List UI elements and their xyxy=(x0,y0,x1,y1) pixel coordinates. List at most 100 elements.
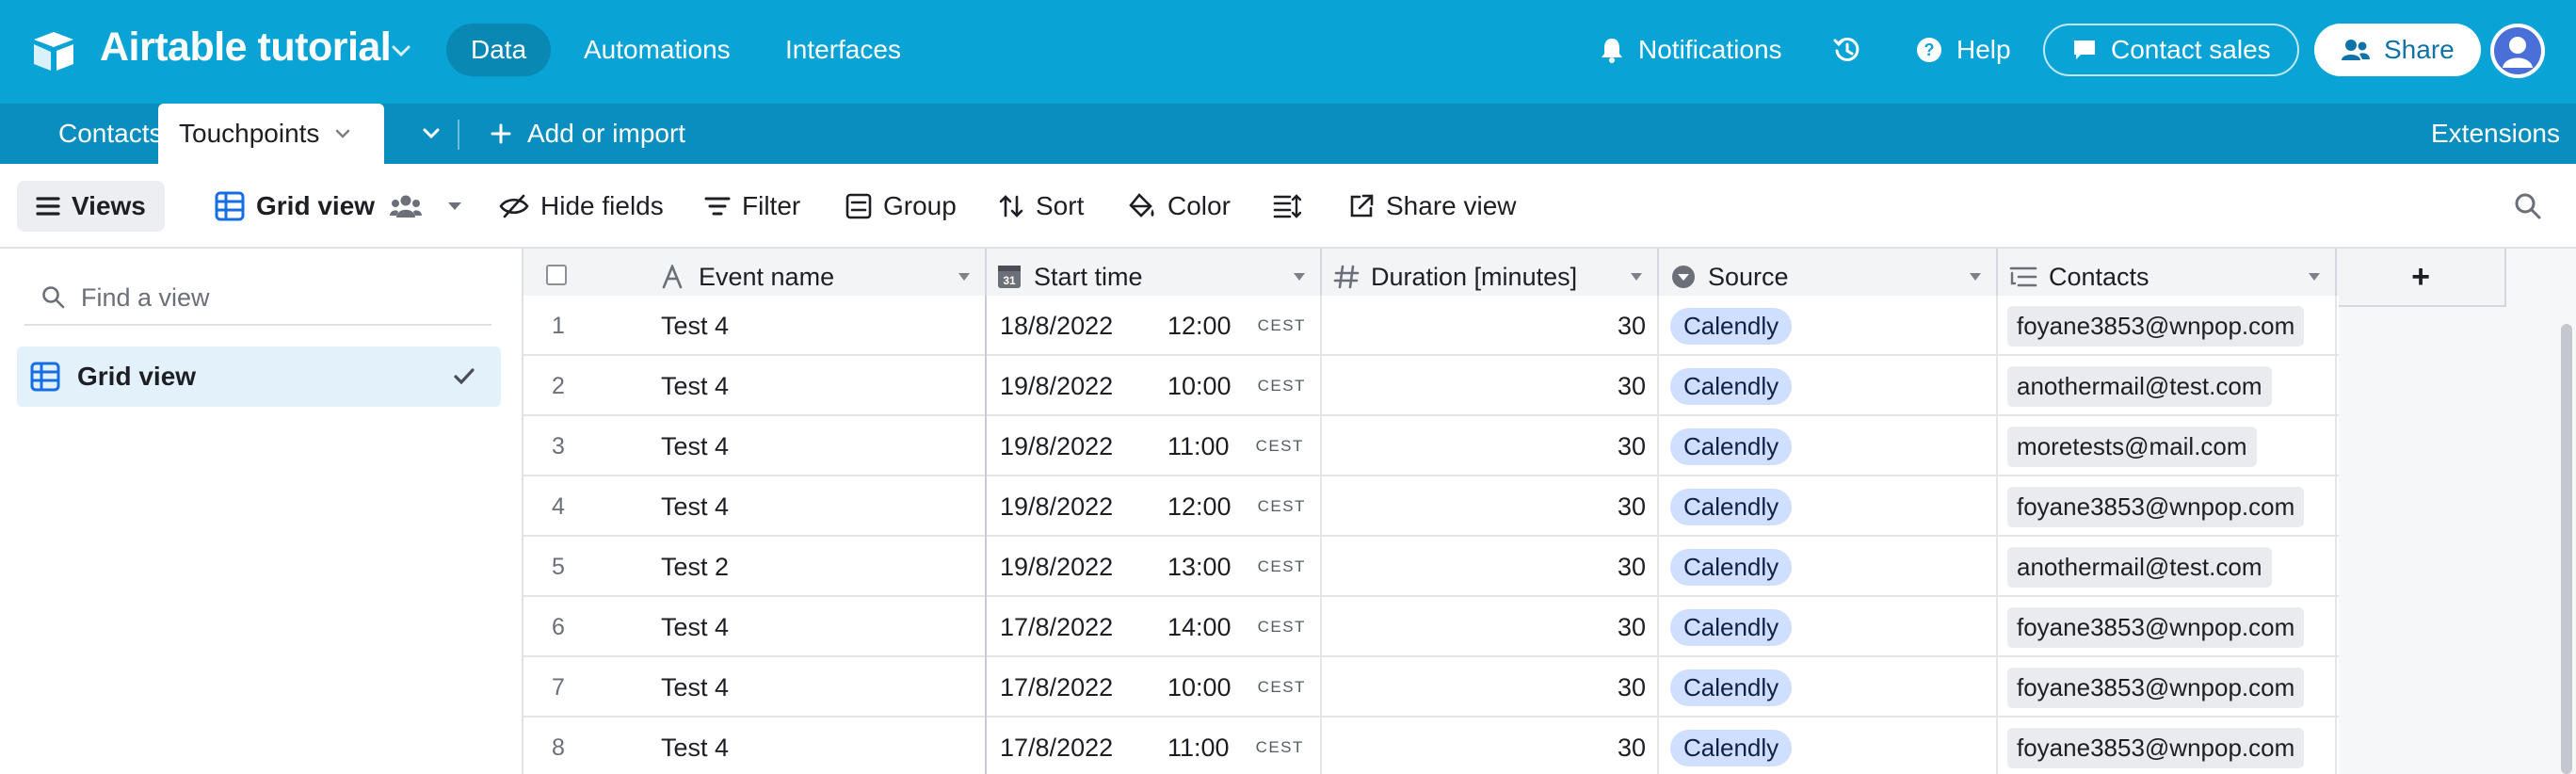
table-row[interactable]: 3 Test 4 19/8/2022 11:00 CEST 30 Calendl… xyxy=(523,416,2339,476)
start-time-cell[interactable]: 17/8/2022 14:00 CEST xyxy=(987,597,1322,657)
contact-chip[interactable]: foyane3853@wnpop.com xyxy=(2007,727,2305,768)
source-cell[interactable]: Calendly xyxy=(1659,296,1998,356)
help-button[interactable]: ? Help xyxy=(1915,24,2011,76)
group-button[interactable]: Group xyxy=(845,181,957,232)
chevron-down-icon[interactable] xyxy=(386,36,416,66)
contact-chip[interactable]: foyane3853@wnpop.com xyxy=(2007,606,2305,648)
start-time-cell[interactable]: 17/8/2022 11:00 CEST xyxy=(987,718,1322,774)
source-cell[interactable]: Calendly xyxy=(1659,476,1998,537)
duration-cell[interactable]: 30 xyxy=(1322,296,1659,356)
contacts-cell[interactable]: anothermail@test.com xyxy=(1998,356,2337,416)
contacts-cell[interactable]: foyane3853@wnpop.com xyxy=(1998,657,2337,718)
share-view-button[interactable]: Share view xyxy=(1348,181,1517,232)
table-row[interactable]: 1 Test 4 18/8/2022 12:00 CEST 30 Calendl… xyxy=(523,296,2339,356)
share-button[interactable]: Share xyxy=(2314,24,2481,76)
duration-cell[interactable]: 30 xyxy=(1322,597,1659,657)
start-time-cell[interactable]: 17/8/2022 10:00 CEST xyxy=(987,657,1322,718)
find-view-field[interactable] xyxy=(24,271,491,326)
duration-cell[interactable]: 30 xyxy=(1322,657,1659,718)
contacts-cell[interactable]: foyane3853@wnpop.com xyxy=(1998,597,2337,657)
airtable-logo-icon[interactable] xyxy=(28,26,79,77)
nav-data[interactable]: Data xyxy=(446,24,552,76)
table-row[interactable]: 5 Test 2 19/8/2022 13:00 CEST 30 Calendl… xyxy=(523,537,2339,597)
duration-cell[interactable]: 30 xyxy=(1322,537,1659,597)
start-time-cell[interactable]: 19/8/2022 13:00 CEST xyxy=(987,537,1322,597)
start-time-cell[interactable]: 19/8/2022 10:00 CEST xyxy=(987,356,1322,416)
chevron-down-icon[interactable] xyxy=(332,123,353,144)
contacts-cell[interactable]: anothermail@test.com xyxy=(1998,537,2337,597)
duration-cell[interactable]: 30 xyxy=(1322,416,1659,476)
select-all-checkbox[interactable] xyxy=(546,265,567,285)
event-name-cell[interactable]: Test 4 xyxy=(655,296,987,356)
user-avatar[interactable] xyxy=(2490,24,2545,78)
contact-chip[interactable]: foyane3853@wnpop.com xyxy=(2007,667,2305,708)
contacts-cell[interactable]: foyane3853@wnpop.com xyxy=(1998,476,2337,537)
contacts-cell[interactable]: moretests@mail.com xyxy=(1998,416,2337,476)
current-view-button[interactable]: Grid view xyxy=(215,181,475,232)
row-height-button[interactable] xyxy=(1273,181,1312,232)
event-name-cell[interactable]: Test 4 xyxy=(655,657,987,718)
notifications-button[interactable]: Notifications xyxy=(1599,24,1782,76)
duration-cell[interactable]: 30 xyxy=(1322,356,1659,416)
extensions-button[interactable]: Extensions xyxy=(2410,104,2576,164)
start-time-cell[interactable]: 18/8/2022 12:00 CEST xyxy=(987,296,1322,356)
contact-sales-button[interactable]: Contact sales xyxy=(2043,24,2299,76)
tab-contacts[interactable]: Contacts xyxy=(58,104,163,164)
caret-down-icon[interactable] xyxy=(1968,271,1983,282)
source-cell[interactable]: Calendly xyxy=(1659,657,1998,718)
start-time-cell[interactable]: 19/8/2022 11:00 CEST xyxy=(987,416,1322,476)
color-button[interactable]: Color xyxy=(1128,181,1231,232)
table-row[interactable]: 2 Test 4 19/8/2022 10:00 CEST 30 Calendl… xyxy=(523,356,2339,416)
contact-chip[interactable]: foyane3853@wnpop.com xyxy=(2007,486,2305,527)
source-pill: Calendly xyxy=(1670,488,1793,525)
sidebar-view-grid-view[interactable]: Grid view xyxy=(17,347,501,407)
event-name-cell[interactable]: Test 4 xyxy=(655,597,987,657)
contacts-cell[interactable]: foyane3853@wnpop.com xyxy=(1998,718,2337,774)
find-view-input[interactable] xyxy=(81,282,458,313)
nav-interfaces[interactable]: Interfaces xyxy=(761,24,926,76)
vertical-scrollbar[interactable] xyxy=(2561,324,2572,774)
table-row[interactable]: 7 Test 4 17/8/2022 10:00 CEST 30 Calendl… xyxy=(523,657,2339,718)
base-title[interactable]: Airtable tutorial xyxy=(100,24,392,71)
add-field-button[interactable]: + xyxy=(2337,249,2506,307)
filter-button[interactable]: Filter xyxy=(704,181,800,232)
source-cell[interactable]: Calendly xyxy=(1659,597,1998,657)
table-row[interactable]: 4 Test 4 19/8/2022 12:00 CEST 30 Calendl… xyxy=(523,476,2339,537)
contact-chip[interactable]: anothermail@test.com xyxy=(2007,546,2272,588)
event-name-cell[interactable]: Test 4 xyxy=(655,356,987,416)
duration-cell[interactable]: 30 xyxy=(1322,476,1659,537)
duration-cell[interactable]: 30 xyxy=(1322,718,1659,774)
sort-button[interactable]: Sort xyxy=(998,181,1084,232)
contact-chip[interactable]: moretests@mail.com xyxy=(2007,426,2257,467)
source-cell[interactable]: Calendly xyxy=(1659,356,1998,416)
start-time-cell[interactable]: 19/8/2022 12:00 CEST xyxy=(987,476,1322,537)
number-field-icon xyxy=(1333,265,1360,289)
event-name-cell[interactable]: Test 4 xyxy=(655,476,987,537)
event-name-cell[interactable]: Test 2 xyxy=(655,537,987,597)
caret-down-icon[interactable] xyxy=(1292,271,1307,282)
caret-down-icon[interactable] xyxy=(2307,271,2322,282)
contacts-cell[interactable]: foyane3853@wnpop.com xyxy=(1998,296,2337,356)
tab-touchpoints[interactable]: Touchpoints xyxy=(158,104,384,164)
caret-down-icon[interactable] xyxy=(957,271,972,282)
hide-fields-button[interactable]: Hide fields xyxy=(499,181,664,232)
timezone-label: CEST xyxy=(1257,557,1306,575)
nav-automations[interactable]: Automations xyxy=(559,24,755,76)
source-cell[interactable]: Calendly xyxy=(1659,537,1998,597)
event-name-cell[interactable]: Test 4 xyxy=(655,416,987,476)
contact-chip[interactable]: foyane3853@wnpop.com xyxy=(2007,305,2305,347)
all-tables-button[interactable] xyxy=(397,104,465,164)
bell-icon xyxy=(1602,39,1622,63)
source-cell[interactable]: Calendly xyxy=(1659,416,1998,476)
contact-chip[interactable]: anothermail@test.com xyxy=(2007,365,2272,407)
table-row[interactable]: 6 Test 4 17/8/2022 14:00 CEST 30 Calendl… xyxy=(523,597,2339,657)
event-name-cell[interactable]: Test 4 xyxy=(655,718,987,774)
add-or-import-button[interactable]: Add or import xyxy=(469,104,706,164)
view-toolbar: Views Grid view Hide fields Filter Group… xyxy=(0,164,2576,249)
search-button[interactable] xyxy=(2514,181,2553,232)
source-cell[interactable]: Calendly xyxy=(1659,718,1998,774)
table-row[interactable]: 8 Test 4 17/8/2022 11:00 CEST 30 Calendl… xyxy=(523,718,2339,774)
history-button[interactable] xyxy=(1832,24,1876,76)
views-toggle-button[interactable]: Views xyxy=(17,181,165,232)
caret-down-icon[interactable] xyxy=(1629,271,1644,282)
